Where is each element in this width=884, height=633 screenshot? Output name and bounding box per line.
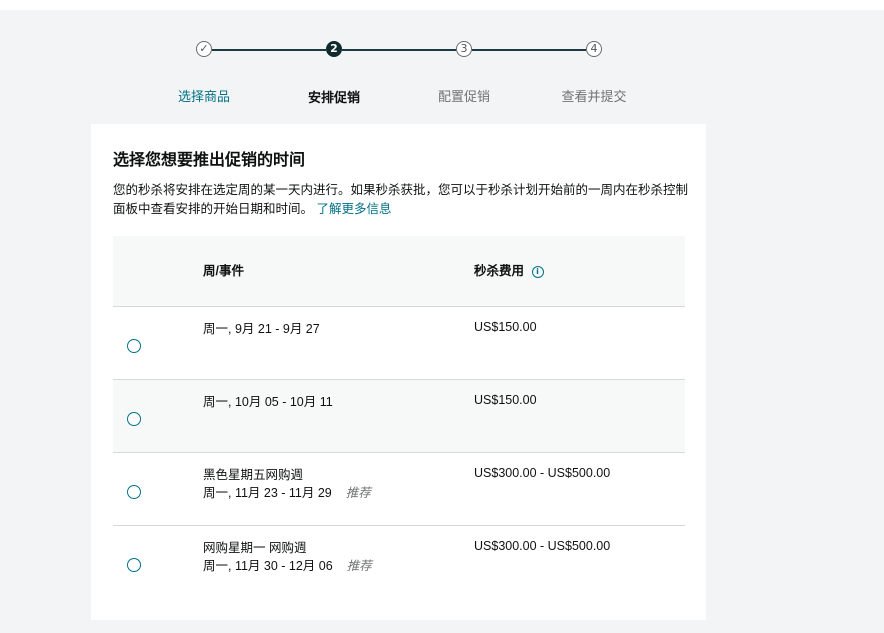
event-dates: 周一, 11月 23 - 11月 29	[203, 486, 332, 500]
fee-cell: US$300.00 - US$500.00	[474, 539, 611, 553]
week-table: 周/事件 秒杀费用 i 周一, 9月 21 - 9月 27 US$150.00 …	[113, 236, 685, 598]
card-title: 选择您想要推出促销的时间	[113, 152, 306, 169]
event-dates: 周一, 11月 30 - 12月 06	[203, 559, 333, 573]
header-week-event: 周/事件	[203, 264, 244, 278]
info-icon[interactable]: i	[531, 265, 544, 278]
event-cell: 黑色星期五网购週 周一, 11月 23 - 11月 29 推荐	[203, 466, 371, 502]
event-dates: 周一, 10月 05 - 10月 11	[203, 395, 333, 409]
week-radio[interactable]	[127, 485, 141, 499]
week-radio[interactable]	[127, 412, 141, 426]
card-description: 您的秒杀将安排在选定周的某一天内进行。如果秒杀获批，您可以于秒杀计划开始前的一周…	[113, 181, 693, 219]
step-connector	[342, 49, 456, 51]
event-cell: 周一, 9月 21 - 9月 27	[203, 320, 320, 338]
fee-cell: US$300.00 - US$500.00	[474, 466, 611, 480]
event-name: 黑色星期五网购週	[203, 468, 304, 482]
step-2-label: 安排促销	[307, 90, 361, 105]
progress-stepper: ✓ 2 3 4 选择商品 安排促销 配置促销 查看并提交	[0, 36, 884, 116]
step-4-label: 查看并提交	[561, 89, 627, 104]
event-cell: 网购星期一 网购週 周一, 11月 30 - 12月 06 推荐	[203, 539, 372, 575]
step-1-label[interactable]: 选择商品	[178, 86, 230, 105]
fee-cell: US$150.00	[474, 320, 537, 334]
step-3-label: 配置促销	[437, 89, 491, 104]
table-row[interactable]: 黑色星期五网购週 周一, 11月 23 - 11月 29 推荐 US$300.00…	[113, 453, 685, 526]
recommended-tag: 推荐	[346, 559, 372, 573]
table-row[interactable]: 网购星期一 网购週 周一, 11月 30 - 12月 06 推荐 US$300.0…	[113, 526, 685, 598]
table-row[interactable]: 周一, 9月 21 - 9月 27 US$150.00	[113, 307, 685, 380]
step-4-indicator: 4	[586, 41, 602, 57]
event-dates-line: 周一, 11月 30 - 12月 06 推荐	[203, 557, 372, 575]
step-connector	[472, 49, 586, 51]
fee-cell: US$150.00	[474, 393, 537, 407]
recommended-tag: 推荐	[345, 486, 371, 500]
event-dates-line: 周一, 11月 23 - 11月 29 推荐	[203, 484, 371, 502]
step-connector	[212, 49, 326, 51]
step-2-indicator: 2	[326, 41, 342, 57]
schedule-card: 选择您想要推出促销的时间 您的秒杀将安排在选定周的某一天内进行。如果秒杀获批，您…	[91, 124, 706, 620]
description-text: 您的秒杀将安排在选定周的某一天内进行。如果秒杀获批，您可以于秒杀计划开始前的一周…	[113, 183, 689, 216]
event-cell: 周一, 10月 05 - 10月 11	[203, 393, 333, 411]
learn-more-link[interactable]: 了解更多信息	[317, 202, 392, 216]
event-name: 网购星期一 网购週	[203, 541, 307, 555]
week-radio[interactable]	[127, 558, 141, 572]
header-fee: 秒杀费用 i	[474, 260, 544, 279]
table-row[interactable]: 周一, 10月 05 - 10月 11 US$150.00	[113, 380, 685, 453]
top-strip	[0, 0, 884, 10]
header-fee-label: 秒杀费用	[474, 264, 525, 278]
step-3-indicator: 3	[456, 41, 472, 57]
event-dates: 周一, 9月 21 - 9月 27	[203, 322, 320, 336]
table-header: 周/事件 秒杀费用 i	[113, 236, 685, 307]
step-1-check-icon[interactable]: ✓	[196, 41, 212, 57]
week-radio[interactable]	[127, 339, 141, 353]
